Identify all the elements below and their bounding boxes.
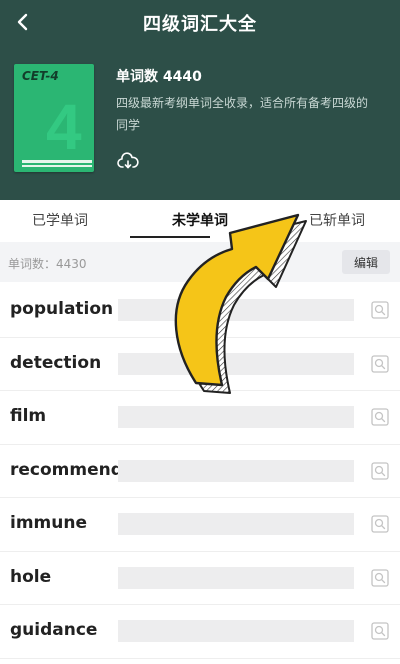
word-row[interactable]: guidance	[0, 605, 400, 659]
search-icon[interactable]	[371, 301, 389, 319]
book-cover: CET-4 4	[14, 64, 94, 172]
tab-mastered[interactable]: 已斩单词	[309, 210, 365, 230]
word-text: population	[10, 299, 114, 319]
word-text: film	[10, 406, 47, 426]
page-title: 四级词汇大全	[143, 14, 257, 35]
meaning-mask[interactable]	[118, 406, 354, 428]
meaning-mask[interactable]	[118, 299, 354, 321]
tab-bar: 已学单词 未学单词 已斩单词	[0, 200, 400, 240]
word-row[interactable]: detection	[0, 337, 400, 391]
word-text: immune	[10, 513, 87, 533]
search-icon[interactable]	[371, 408, 389, 426]
tab-active-indicator	[130, 236, 210, 238]
word-text: recommend	[10, 459, 123, 480]
book-stripe	[22, 165, 92, 167]
search-icon[interactable]	[371, 568, 389, 587]
search-icon[interactable]	[371, 354, 389, 373]
word-row[interactable]: recommend	[0, 444, 400, 498]
book-label: CET-4	[22, 69, 59, 83]
word-row[interactable]: immune	[0, 498, 400, 552]
header: 四级词汇大全 CET-4 4 单词数 4440 四级最新考纲单词全收录，适合所有…	[0, 0, 400, 200]
word-count: 单词数 4440	[116, 69, 202, 85]
word-text: guidance	[10, 620, 98, 640]
tab-unlearned[interactable]: 未学单词	[172, 210, 228, 230]
download-button[interactable]	[116, 150, 140, 174]
stat-bar: 单词数：4430 编辑	[0, 242, 400, 282]
meaning-mask[interactable]	[118, 352, 354, 375]
meaning-mask[interactable]	[118, 566, 354, 589]
search-icon[interactable]	[371, 515, 389, 533]
tab-learned[interactable]: 已学单词	[32, 210, 88, 230]
word-text: hole	[10, 566, 52, 587]
word-text: detection	[10, 352, 102, 373]
remaining-count: 单词数：4430	[8, 257, 87, 271]
word-row[interactable]: population	[0, 284, 400, 338]
search-icon[interactable]	[371, 461, 389, 480]
book-description: 四级最新考纲单词全收录，适合所有备考四级的同学	[116, 96, 369, 132]
edit-button[interactable]: 编辑	[342, 250, 390, 274]
meaning-mask[interactable]	[118, 513, 354, 535]
word-row[interactable]: hole	[0, 551, 400, 605]
book-big-number: 4	[46, 91, 82, 163]
search-icon[interactable]	[371, 622, 389, 640]
meaning-mask[interactable]	[118, 459, 354, 482]
book-stripe	[22, 160, 92, 163]
word-list: population detection film recommend immu…	[0, 284, 400, 659]
cloud-download-icon	[117, 152, 139, 169]
meaning-mask[interactable]	[118, 620, 354, 642]
word-row[interactable]: film	[0, 391, 400, 445]
